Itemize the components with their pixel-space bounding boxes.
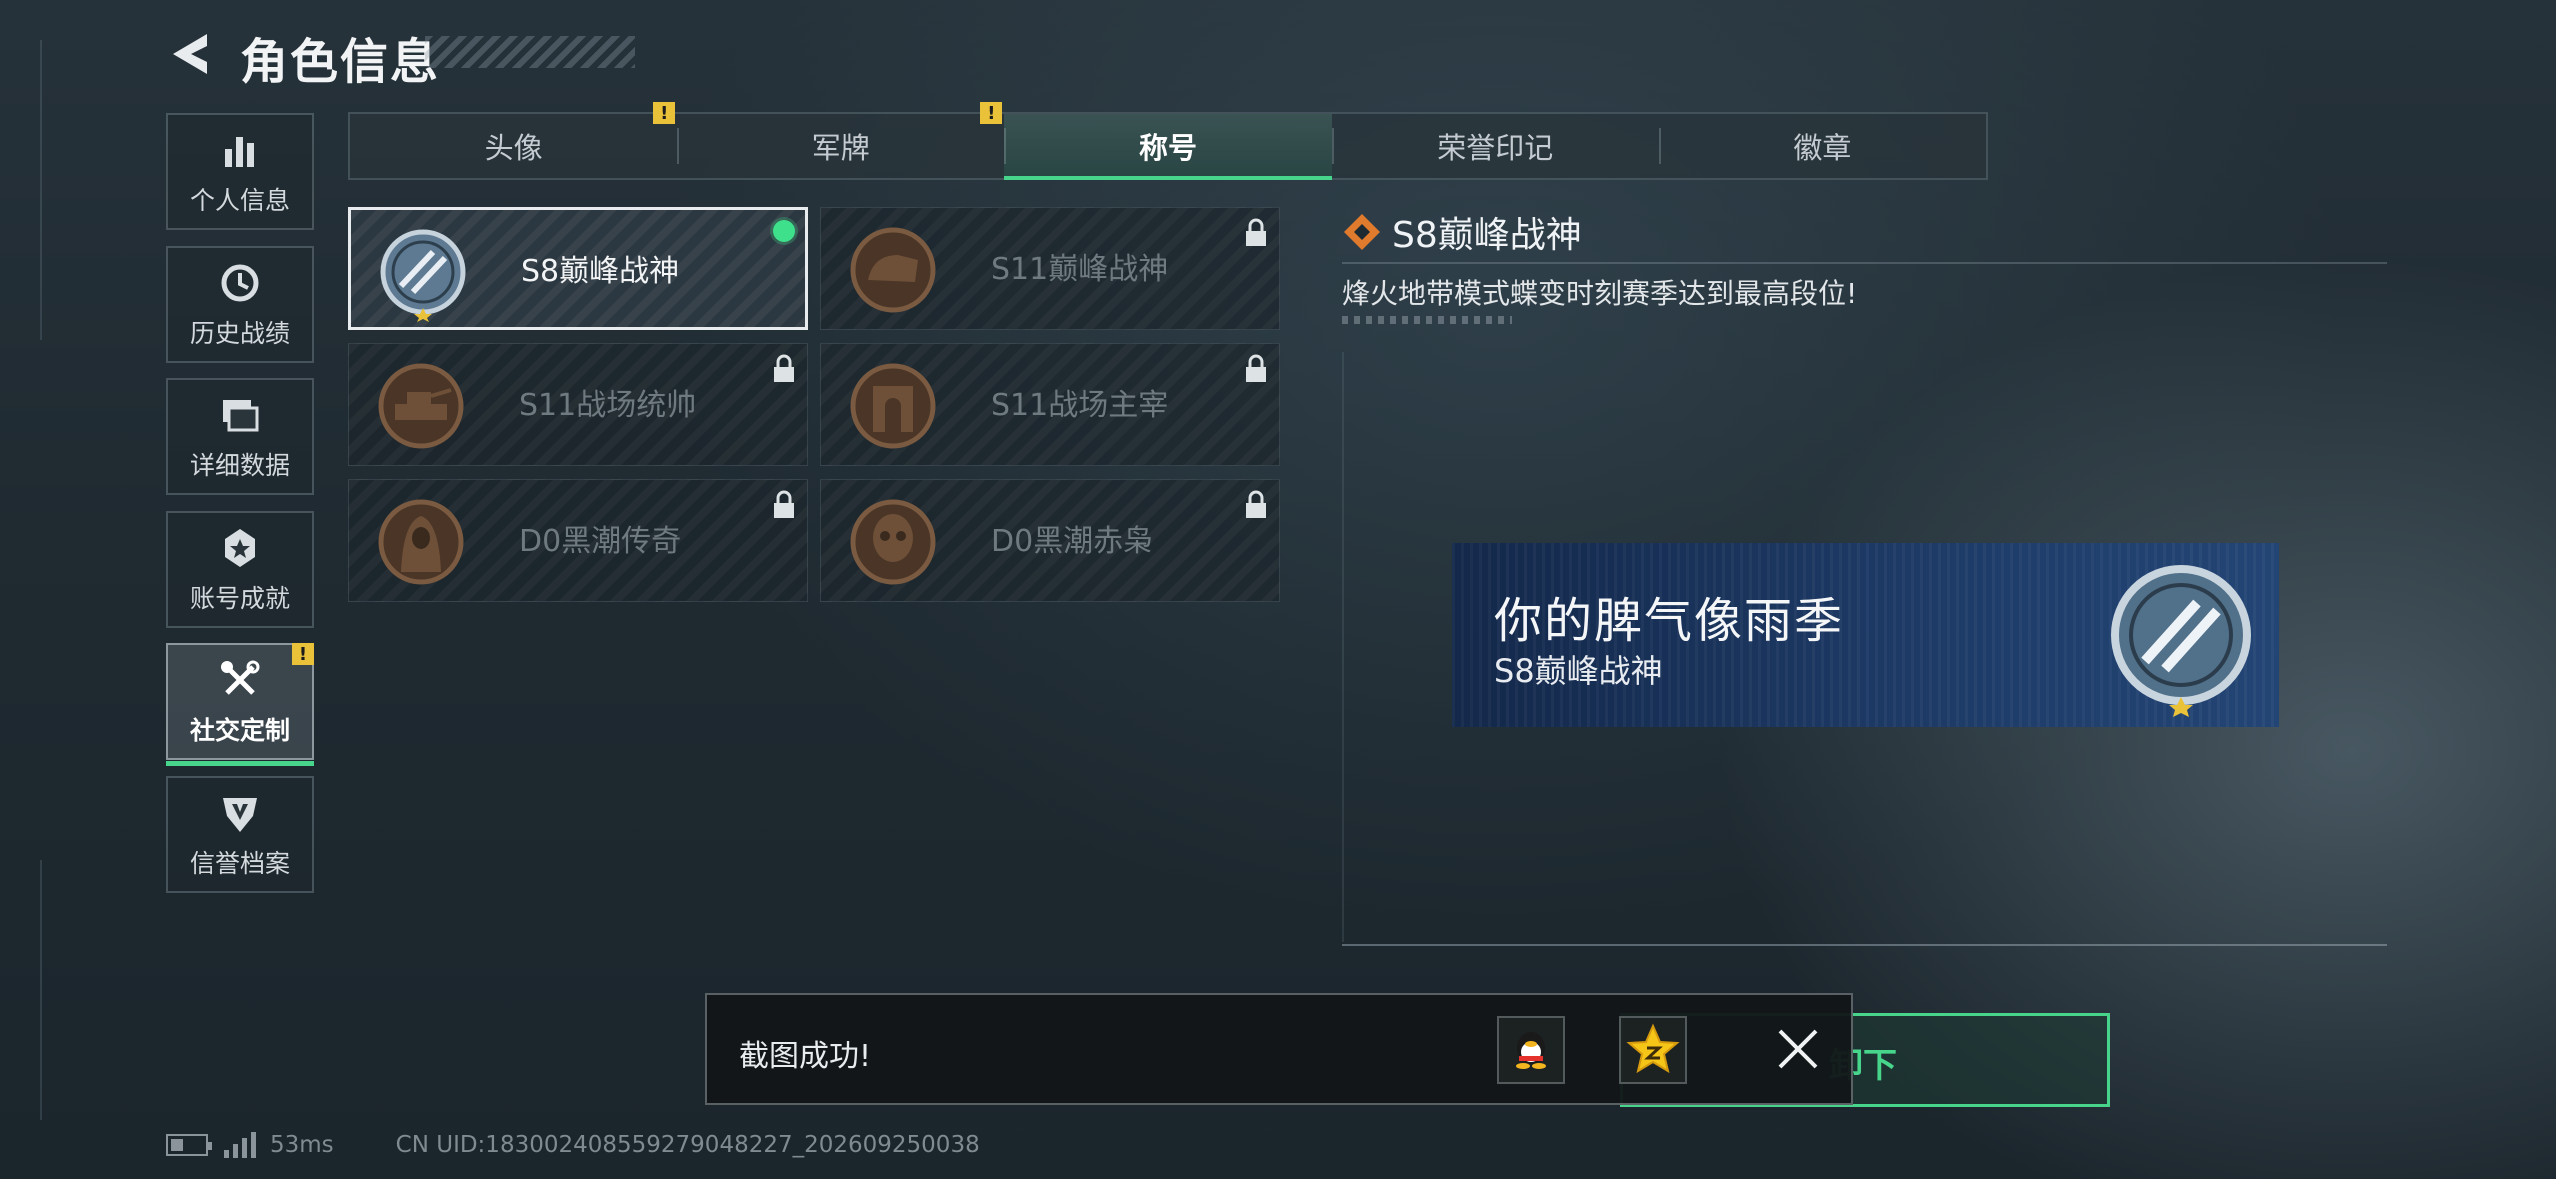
nameplate-title: S8巅峰战神 [1494,652,1663,690]
frame-bottom-line [40,860,42,1120]
wings-emblem-icon [380,229,466,322]
detail-title: S8巅峰战神 [1392,215,1582,256]
detail-description: 烽火地带模式蝶变时刻赛季达到最高段位! [1342,277,1858,310]
alert-badge: ! [292,643,314,665]
title-decoration [425,36,635,68]
tab-label: 军牌 [811,131,870,165]
equipped-indicator [773,220,795,242]
title-name: D0黑潮赤枭 [991,524,1154,559]
clock-icon [221,264,259,301]
wings-emblem-icon [2111,565,2251,717]
share-qzone-button[interactable] [1619,1016,1687,1084]
status-bar: 53ms CN UID:18300240855927904822​7_20260… [166,1128,980,1162]
title-name: D0黑潮传奇 [519,524,682,559]
sidebar-item-match-history[interactable]: 历史战绩 [166,246,314,363]
lock-icon [1246,218,1266,246]
title-card[interactable]: S8巅峰战神 [348,207,808,330]
folders-icon [223,399,259,431]
tab-dog-tag[interactable]: 军牌 ! [677,102,1004,178]
bronze-skull-mask-emblem-icon [850,499,936,585]
close-button[interactable] [1772,1023,1824,1075]
toast-message: 截图成功! [739,1039,872,1074]
achievement-medal-icon [225,528,255,567]
alert-badge: ! [653,102,676,124]
tab-label: 头像 [484,131,543,165]
tab-label: 荣誉印记 [1437,131,1554,165]
title-card[interactable]: S11战场统帅 [348,343,808,466]
lock-icon [774,490,794,518]
qzone-star-icon [1626,1023,1680,1074]
divider [1342,944,2387,946]
sidebar-item-credibility[interactable]: 信誉档案 [166,776,314,893]
frame-top-line [40,40,42,340]
sidebar-item-label: 个人信息 [189,185,290,215]
sidebar-item-label: 详细数据 [189,450,290,480]
category-tabs: 头像 ! 军牌 ! 称号 荣誉印记 徽章 [348,102,1988,180]
bar-chart-icon [225,136,254,167]
page-title: 角色信息 [240,34,441,90]
screenshot-toast: 截图成功! [705,993,1853,1105]
bronze-arch-emblem-icon [850,363,936,449]
sidebar-item-social-customization[interactable]: 社交定制 ! [166,643,314,766]
tab-honor-mark[interactable]: 荣誉印记 [1331,114,1659,178]
tab-label: 徽章 [1793,131,1852,165]
sidebar-item-label: 历史战绩 [189,318,290,348]
tab-title[interactable]: 称号 [1004,114,1332,180]
title-name: S11战场主宰 [991,388,1169,423]
title-card[interactable]: D0黑潮传奇 [348,479,808,602]
back-button[interactable] [165,28,217,80]
title-name: S8巅峰战神 [521,254,680,289]
signal-icon [224,1132,256,1158]
lock-icon [1246,354,1266,382]
title-card[interactable]: D0黑潮赤枭 [820,479,1280,602]
qq-icon [1516,1032,1546,1069]
diamond-icon [1344,214,1380,250]
nameplate-signature: 你的脾气像雨季 [1494,593,1845,649]
lock-icon [774,354,794,382]
tab-label: 称号 [1139,131,1198,165]
share-qq-button[interactable] [1497,1016,1565,1084]
credibility-shield-icon [223,797,257,832]
tab-avatar[interactable]: 头像 ! [350,102,677,178]
ping-value: 53ms [270,1132,334,1158]
uid-text: CN UID:18300240855927904822​7_2026092500… [395,1132,980,1158]
preview-frame [1342,352,1344,942]
sidebar-item-label: 信誉档案 [189,848,290,878]
title-name: S11战场统帅 [519,388,697,423]
sidebar-item-personal-info[interactable]: 个人信息 [166,113,314,230]
bronze-tank-emblem-icon [378,363,464,449]
tab-badge[interactable]: 徽章 [1658,114,1986,178]
close-icon [1778,1029,1818,1069]
tools-icon [221,660,260,695]
divider [1342,262,2387,264]
sidebar-item-label: 社交定制 [189,715,290,745]
sidebar-item-achievements[interactable]: 账号成就 [166,511,314,628]
title-card[interactable]: S11战场主宰 [820,343,1280,466]
lock-icon [1246,490,1266,518]
chevron-left-icon [173,34,207,74]
sidebar-item-detailed-data[interactable]: 详细数据 [166,378,314,495]
battery-icon [166,1134,212,1156]
sidebar-item-label: 账号成就 [189,583,290,613]
alert-badge: ! [980,102,1003,124]
title-card[interactable]: S11巅峰战神 [820,207,1280,330]
detail-fine-print [1342,316,1512,324]
nameplate-preview: 你的脾气像雨季 S8巅峰战神 [1452,543,2279,727]
title-name: S11巅峰战神 [991,252,1169,287]
bronze-hooded-figure-emblem-icon [378,499,464,585]
bronze-helmet-emblem-icon [850,227,936,313]
